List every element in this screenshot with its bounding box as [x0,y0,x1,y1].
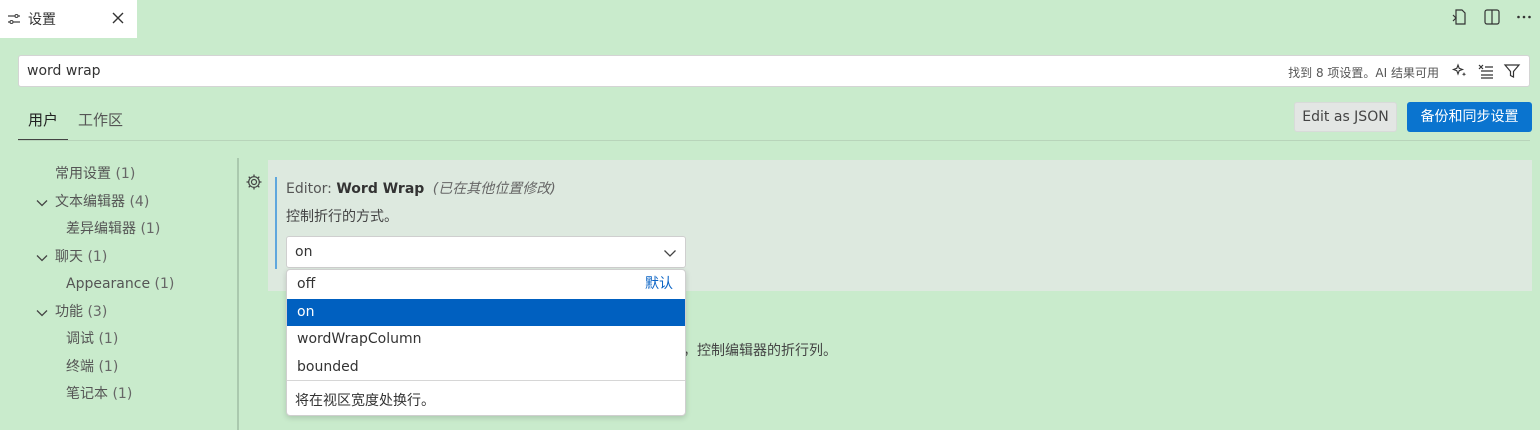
settings-search-input[interactable] [27,56,927,86]
close-icon[interactable] [109,9,127,27]
setting-category: Editor: [286,181,337,197]
toc-item-commonly-used[interactable]: 常用设置 (1) [30,161,235,189]
sparkle-icon [1451,63,1467,77]
toc-count: (1) [87,248,108,265]
toc-label: 聊天 [55,248,83,265]
chevron-down-icon [36,199,48,206]
clear-filter-icon [1478,64,1493,79]
ai-search-button[interactable] [1447,59,1473,83]
select-dropdown: off 默认 on wordWrapColumn bounded 将在视区宽度处… [286,269,686,416]
dropdown-divider [287,380,685,381]
toc-count: (1) [154,276,175,292]
option-label: wordWrapColumn [297,331,422,347]
chevron-down-icon [664,250,676,257]
toc-label: 常用设置 [55,166,111,182]
word-wrap-select[interactable]: on [286,236,686,268]
toc-item-text-editor[interactable]: 文本编辑器 (4) [30,189,235,217]
modified-elsewhere-note[interactable]: (已在其他位置修改) [433,181,556,197]
toc-label: 终端 [66,358,94,375]
settings-toc-tree: 常用设置 (1) 文本编辑器 (4) 差异编辑器 (1) 聊天 (1) Appe… [30,161,235,409]
ellipsis-icon [1517,15,1531,19]
default-badge: 默认 [645,276,673,292]
option-wordwrapcolumn[interactable]: wordWrapColumn [287,326,685,354]
backup-sync-button[interactable]: 备份和同步设置 [1407,102,1532,132]
toc-label: 文本编辑器 [55,193,125,210]
option-description: 将在视区宽度处换行。 [295,393,435,409]
chevron-down-icon [36,254,48,261]
open-settings-json-button[interactable] [1444,4,1476,30]
tab-user[interactable]: 用户 [18,110,69,140]
filter-button[interactable] [1499,59,1525,83]
split-editor-button[interactable] [1476,4,1508,30]
toc-label: 差异编辑器 [66,221,136,237]
toc-count: (1) [112,386,133,402]
toc-count: (1) [140,221,161,237]
option-off[interactable]: off 默认 [287,271,685,299]
toc-item-chat[interactable]: 聊天 (1) [30,244,235,272]
toc-item-debug[interactable]: 调试 (1) [30,326,235,354]
option-label: off [297,276,316,292]
search-result-count: 找到 8 项设置。AI 结果可用 [1288,66,1439,80]
open-file-icon [1452,9,1466,25]
select-value: on [295,244,313,260]
toc-sash[interactable] [237,158,239,430]
filter-icon [1503,64,1521,78]
toc-count: (4) [129,193,150,210]
toc-count: (1) [98,331,119,347]
tab-workspace[interactable]: 工作区 [68,110,133,140]
toc-item-features[interactable]: 功能 (3) [30,299,235,327]
toc-label: Appearance [66,276,151,292]
toc-item-terminal[interactable]: 终端 (1) [30,354,235,382]
scope-divider [18,140,1530,141]
chevron-down-icon [36,309,48,316]
option-bounded[interactable]: bounded [287,354,685,382]
modified-indicator [275,177,277,269]
toc-item-diff-editor[interactable]: 差异编辑器 (1) [30,216,235,244]
setting-title: Editor: Word Wrap (已在其他位置修改) [286,178,556,198]
gear-icon[interactable] [245,173,263,191]
more-actions-button[interactable] [1508,4,1540,30]
editor-tab-strip: 设置 [0,0,1540,38]
toc-count: (1) [115,166,136,182]
toc-item-appearance[interactable]: Appearance (1) [30,271,235,299]
toc-item-notebook[interactable]: 笔记本 (1) [30,381,235,409]
toc-label: 调试 [66,331,94,347]
toc-label: 笔记本 [66,386,108,402]
editor-actions [1444,4,1540,30]
edit-as-json-button[interactable]: Edit as JSON [1294,102,1397,132]
next-setting-description: ，控制编辑器的折行列。 [683,343,837,359]
settings-tab[interactable]: 设置 [0,0,137,38]
settings-search-box: 找到 8 项设置。AI 结果可用 [18,55,1530,87]
toc-label: 功能 [55,303,83,320]
option-label: on [297,303,315,320]
toc-count: (3) [87,303,108,320]
option-on[interactable]: on [287,298,685,326]
setting-key: Word Wrap [336,181,425,197]
tab-title: 设置 [28,12,56,28]
toc-count: (1) [98,358,119,375]
settings-scope-tabs: 用户 工作区 [18,110,133,140]
setting-description: 控制折行的方式。 [286,209,398,225]
clear-search-button[interactable] [1473,59,1499,83]
split-editor-icon [1484,9,1500,25]
option-label: bounded [297,358,359,375]
settings-sliders-icon [8,13,20,25]
